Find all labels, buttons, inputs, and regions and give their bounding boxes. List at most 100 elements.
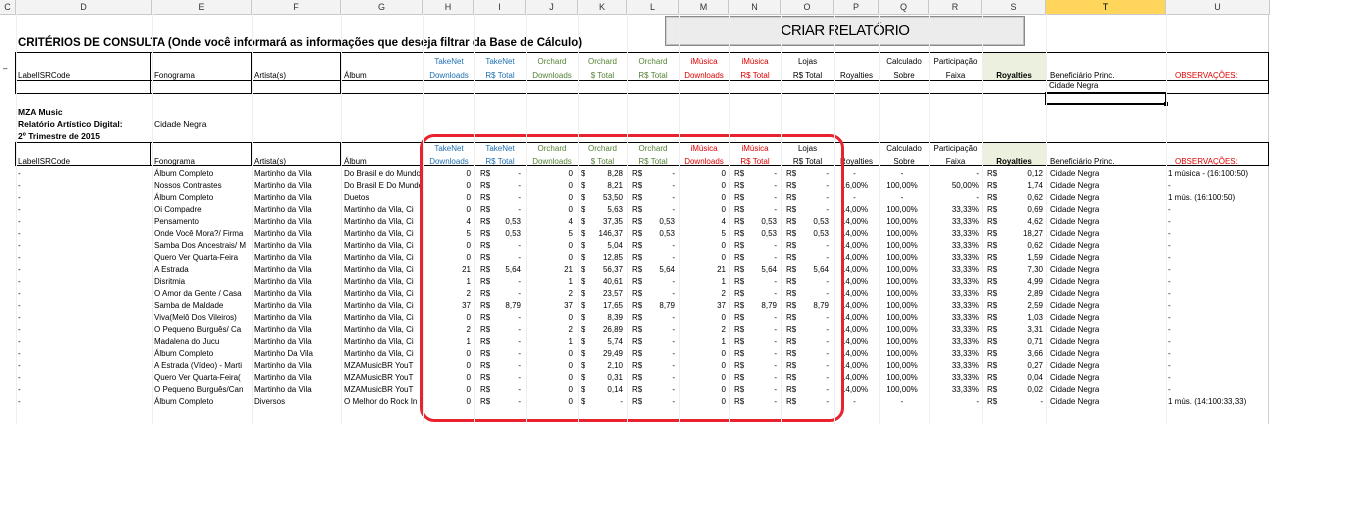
cell-album[interactable]: Martinho da Vila, Ci <box>344 324 423 336</box>
cell-obs[interactable]: - <box>1168 372 1268 384</box>
cell-roy_v[interactable]: 7,30 <box>1002 264 1043 276</box>
column-letter-c[interactable]: C <box>0 0 16 14</box>
cell-benef[interactable]: Cidade Negra <box>1050 264 1099 276</box>
cell-benef[interactable]: Cidade Negra <box>1050 312 1099 324</box>
cell-roy_rs[interactable]: R$ <box>987 288 997 300</box>
cell-part[interactable]: - <box>929 168 979 180</box>
cell-roy_v[interactable]: 0,62 <box>1002 240 1043 252</box>
cell-artista[interactable]: Martinho da Vila <box>254 192 340 204</box>
column-letter-n[interactable]: N <box>729 0 781 14</box>
criteria-input-cell[interactable] <box>983 81 1046 93</box>
cell-fono[interactable]: Samba de Maldade <box>154 300 251 312</box>
cell-album[interactable]: Martinho da Vila, Ci <box>344 252 423 264</box>
column-letter-r[interactable]: R <box>929 0 982 14</box>
cell-album[interactable]: Martinho da Vila, Ci <box>344 312 423 324</box>
cell-part[interactable]: 33,33% <box>929 264 979 276</box>
column-letter-t[interactable]: T <box>1046 0 1166 14</box>
cell-fono[interactable]: Álbum Completo <box>154 168 251 180</box>
cell-benef[interactable]: Cidade Negra <box>1050 228 1099 240</box>
cell-benef[interactable]: Cidade Negra <box>1050 300 1099 312</box>
criteria-input-cell[interactable] <box>424 81 474 93</box>
cell-benef[interactable]: Cidade Negra <box>1050 180 1099 192</box>
cell-artista[interactable]: Martinho da Vila <box>254 240 340 252</box>
cell-album[interactable]: Martinho da Vila, Ci <box>344 288 423 300</box>
cell-code[interactable]: - <box>18 216 21 228</box>
criteria-input-cell[interactable] <box>475 81 526 93</box>
cell-fono[interactable]: Álbum Completo <box>154 348 251 360</box>
cell-calc[interactable]: 100,00% <box>879 384 925 396</box>
cell-roy_rs[interactable]: R$ <box>987 168 997 180</box>
cell-code[interactable]: - <box>18 252 21 264</box>
cell-obs[interactable]: - <box>1168 180 1268 192</box>
cell-code[interactable]: - <box>18 276 21 288</box>
column-letter-p[interactable]: P <box>834 0 879 14</box>
column-letter-h[interactable]: H <box>423 0 474 14</box>
cell-code[interactable]: - <box>18 396 21 408</box>
cell-benef[interactable]: Cidade Negra <box>1050 204 1099 216</box>
cell-artista[interactable]: Martinho da Vila <box>254 384 340 396</box>
cell-fono[interactable]: Oi Compadre <box>154 204 251 216</box>
column-letter-g[interactable]: G <box>341 0 423 14</box>
cell-calc[interactable]: 100,00% <box>879 264 925 276</box>
cell-artista[interactable]: Martinho da Vila <box>254 324 340 336</box>
active-cell-outline[interactable] <box>1045 92 1168 106</box>
cell-artista[interactable]: Martinho da Vila <box>254 360 340 372</box>
cell-calc[interactable]: 100,00% <box>879 336 925 348</box>
cell-obs[interactable]: - <box>1168 384 1268 396</box>
cell-roy_v[interactable]: 4,62 <box>1002 216 1043 228</box>
cell-calc[interactable]: 100,00% <box>879 348 925 360</box>
cell-obs[interactable]: - <box>1168 312 1268 324</box>
cell-part[interactable]: 33,33% <box>929 204 979 216</box>
column-letter-m[interactable]: M <box>679 0 729 14</box>
cell-roy_rs[interactable]: R$ <box>987 204 997 216</box>
criteria-input-cell[interactable] <box>341 81 423 93</box>
cell-roy_rs[interactable]: R$ <box>987 276 997 288</box>
cell-album[interactable]: Martinho da Vila, Ci <box>344 276 423 288</box>
cell-obs[interactable]: 1 mús. (16:100:50) <box>1168 192 1268 204</box>
cell-code[interactable]: - <box>18 192 21 204</box>
cell-roy_v[interactable]: 4,99 <box>1002 276 1043 288</box>
cell-code[interactable]: - <box>18 288 21 300</box>
criar-relatorio-button[interactable]: CRIAR RELATÓRIO <box>665 16 1025 46</box>
cell-calc[interactable]: 100,00% <box>879 252 925 264</box>
cell-code[interactable]: - <box>18 264 21 276</box>
criteria-input-cell[interactable] <box>151 81 251 93</box>
cell-calc[interactable]: 100,00% <box>879 360 925 372</box>
cell-fono[interactable]: A Estrada <box>154 264 251 276</box>
cell-benef[interactable]: Cidade Negra <box>1050 168 1099 180</box>
cell-roy_rs[interactable]: R$ <box>987 228 997 240</box>
column-letter-l[interactable]: L <box>627 0 679 14</box>
cell-artista[interactable]: Diversos <box>254 396 340 408</box>
cell-album[interactable]: Martinho da Vila, Ci <box>344 240 423 252</box>
cell-code[interactable]: - <box>18 228 21 240</box>
cell-roy_v[interactable]: 18,27 <box>1002 228 1043 240</box>
cell-part[interactable]: 33,33% <box>929 228 979 240</box>
cell-fono[interactable]: Madalena do Jucu <box>154 336 251 348</box>
cell-album[interactable]: Martinho da Vila, Ci <box>344 348 423 360</box>
cell-artista[interactable]: Martinho da Vila <box>254 228 340 240</box>
cell-benef[interactable]: Cidade Negra <box>1050 288 1099 300</box>
cell-calc[interactable]: 100,00% <box>879 312 925 324</box>
cell-code[interactable]: - <box>18 312 21 324</box>
cell-benef[interactable]: Cidade Negra <box>1050 240 1099 252</box>
cell-roy_rs[interactable]: R$ <box>987 324 997 336</box>
column-letter-e[interactable]: E <box>152 0 252 14</box>
cell-fono[interactable]: Álbum Completo <box>154 192 251 204</box>
cell-artista[interactable]: Martinho da Vila <box>254 312 340 324</box>
cell-album[interactable]: Martinho da Vila, Ci <box>344 336 423 348</box>
cell-artista[interactable]: Martinho da Vila <box>254 336 340 348</box>
cell-roy_v[interactable]: 3,31 <box>1002 324 1043 336</box>
cell-part[interactable]: - <box>929 192 979 204</box>
cell-code[interactable]: - <box>18 180 21 192</box>
cell-benef[interactable]: Cidade Negra <box>1050 324 1099 336</box>
cell-fono[interactable]: O Pequeno Burguês/ Ca <box>154 324 251 336</box>
cell-roy_v[interactable]: 0,12 <box>1002 168 1043 180</box>
cell-part[interactable]: - <box>929 396 979 408</box>
criteria-input-cell[interactable] <box>730 81 781 93</box>
cell-code[interactable]: - <box>18 168 21 180</box>
cell-album[interactable]: Martinho da Vila, Ci <box>344 228 423 240</box>
cell-benef[interactable]: Cidade Negra <box>1050 336 1099 348</box>
cell-album[interactable]: O Melhor do Rock In <box>344 396 423 408</box>
cell-roy_rs[interactable]: R$ <box>987 348 997 360</box>
cell-roy_rs[interactable]: R$ <box>987 216 997 228</box>
